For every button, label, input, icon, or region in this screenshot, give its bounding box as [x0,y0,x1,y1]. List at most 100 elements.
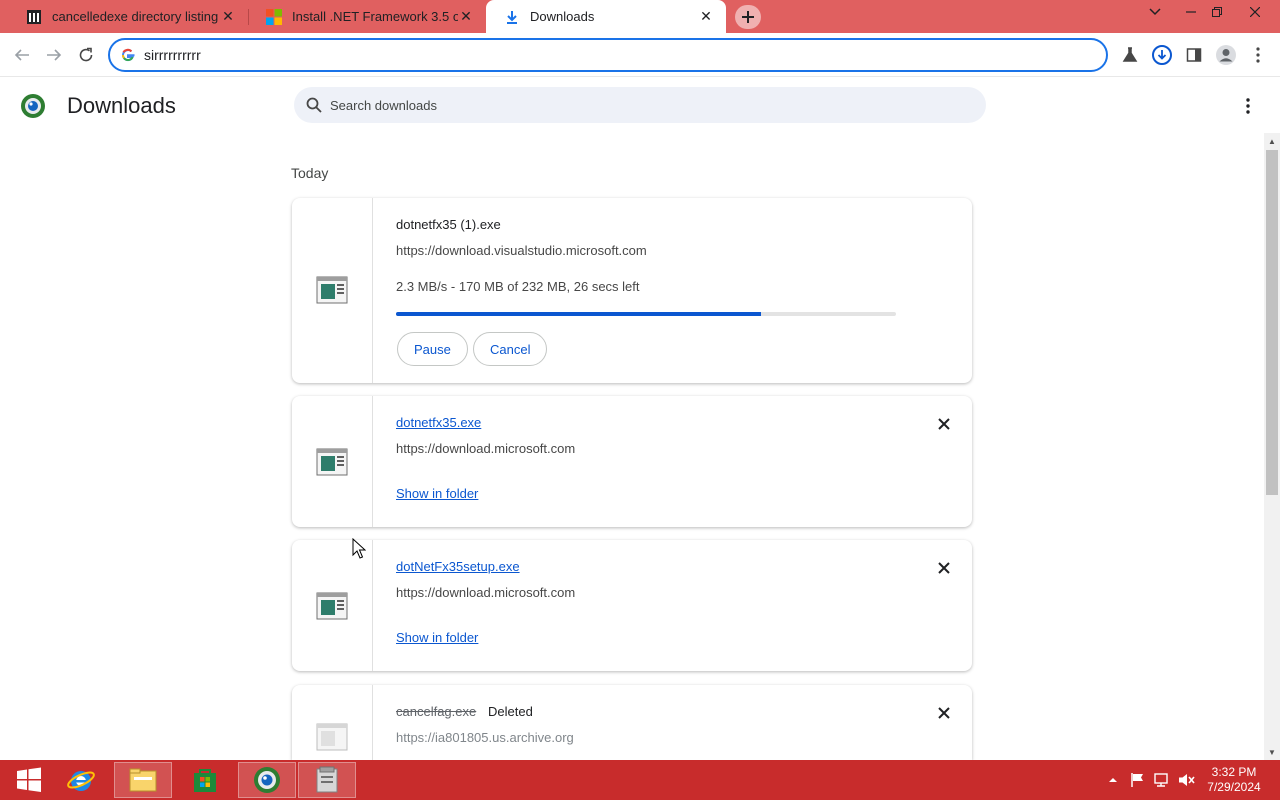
close-icon [938,707,950,719]
restore-button[interactable] [1200,0,1234,24]
browser-toolbar [0,33,1280,77]
minimize-icon [1186,11,1196,13]
download-item: dotnetfx35.exe https://download.microsof… [292,396,972,527]
flag-icon [1131,773,1143,787]
mouse-pointer-icon [352,538,366,559]
address-input[interactable] [144,47,1044,63]
chrome-menu-button[interactable] [1246,43,1270,67]
internet-explorer-icon [67,771,95,791]
download-source-url: https://download.microsoft.com [396,585,576,600]
exe-file-icon [316,448,348,476]
browser-globe-icon [254,767,280,793]
search-downloads-input[interactable] [330,97,930,113]
downloads-logo-icon [21,94,45,118]
scroll-up-arrow-icon[interactable]: ▲ [1264,133,1280,149]
folder-icon [129,768,157,792]
tab-title: cancelledexe directory listing [52,9,219,24]
download-filename-link[interactable]: dotNetFx35setup.exe [396,559,520,574]
restore-icon [1212,7,1222,17]
pause-button[interactable]: Pause [397,332,468,366]
archive-box-icon [316,766,338,793]
downloads-button[interactable] [1150,43,1174,67]
labs-flask-button[interactable] [1118,43,1142,67]
scrollbar-thumb[interactable] [1266,150,1278,495]
tab-search-button[interactable] [1138,0,1172,24]
tab-strip: cancelledexe directory listing ✕ Install… [0,0,1280,33]
close-icon[interactable]: ✕ [220,8,236,25]
download-item-deleted: cancelfag.exe Deleted https://ia801805.u… [292,685,972,760]
clock-date: 7/29/2024 [1207,780,1261,794]
back-button[interactable] [8,41,36,69]
forward-button[interactable] [40,41,68,69]
taskbar-clock[interactable]: 3:32 PM 7/29/2024 [1200,765,1268,795]
reload-button[interactable] [72,41,100,69]
scroll-down-arrow-icon[interactable]: ▼ [1264,744,1280,760]
taskbar-store[interactable] [176,762,234,798]
remove-from-list-button[interactable] [932,701,956,725]
show-in-folder-link[interactable]: Show in folder [396,630,478,645]
taskbar-file-explorer[interactable] [114,762,172,798]
taskbar-internet-explorer[interactable] [52,762,110,798]
windows-taskbar: 3:32 PM 7/29/2024 [0,760,1280,800]
avatar-icon [1216,45,1236,65]
download-progress-fill [396,312,761,316]
tab-title: Install .NET Framework 3.5 on W [292,9,458,24]
close-icon [938,562,950,574]
download-filename: dotnetfx35 (1).exe [396,217,501,232]
arrow-left-icon [14,49,29,61]
download-status-text: 2.3 MB/s - 170 MB of 232 MB, 26 secs lef… [396,279,640,294]
download-source-url: https://ia801805.us.archive.org [396,730,574,745]
download-item-in-progress: dotnetfx35 (1).exe https://download.visu… [292,198,972,383]
tab-install-net[interactable]: Install .NET Framework 3.5 on W ✕ [248,0,486,33]
speaker-muted-icon [1179,774,1195,786]
address-bar[interactable] [108,38,1108,72]
taskbar-archive-app[interactable] [298,762,356,798]
chevron-up-icon [1109,778,1117,782]
close-icon[interactable]: ✕ [458,8,474,25]
chevron-down-icon [1149,8,1161,16]
reload-icon [79,47,93,62]
flask-icon [1122,47,1138,62]
side-panel-icon [1186,48,1202,62]
side-panel-button[interactable] [1182,43,1206,67]
plus-icon [742,11,754,23]
page-title: Downloads [67,93,176,118]
tab-title: Downloads [530,9,595,24]
search-downloads-box[interactable] [294,87,986,123]
start-button[interactable] [0,762,58,798]
download-progress-bar [396,312,896,316]
kebab-menu-icon [1246,98,1250,114]
kebab-menu-icon [1256,47,1260,63]
windows-start-icon [17,767,41,792]
action-center-tray[interactable] [1130,760,1146,800]
volume-tray[interactable] [1178,760,1196,800]
download-source-url: https://download.visualstudio.microsoft.… [396,243,647,258]
new-tab-button[interactable] [735,5,761,29]
download-filename-link[interactable]: dotnetfx35.exe [396,415,481,430]
tab-downloads[interactable]: Downloads ✕ [486,0,726,33]
remove-from-list-button[interactable] [932,412,956,436]
remove-from-list-button[interactable] [932,556,956,580]
network-tray[interactable] [1154,760,1170,800]
close-icon [1250,7,1260,17]
download-item: dotNetFx35setup.exe https://download.mic… [292,540,972,671]
cancel-button[interactable]: Cancel [473,332,548,366]
clock-time: 3:32 PM [1211,765,1257,779]
archive-building-icon [27,9,41,24]
close-icon [938,418,950,430]
close-icon[interactable]: ✕ [698,8,714,25]
more-actions-button[interactable] [1238,94,1258,118]
google-g-icon [122,48,135,62]
taskbar-browser[interactable] [238,762,296,798]
profile-button[interactable] [1214,43,1238,67]
date-section-heading: Today [291,165,329,181]
download-filename-deleted: cancelfag.exe [396,704,477,719]
notification-chevron[interactable] [1108,760,1118,800]
close-window-button[interactable] [1238,0,1272,24]
network-icon [1154,773,1168,787]
exe-file-icon [316,592,348,620]
show-in-folder-link[interactable]: Show in folder [396,486,478,501]
tab-directory-listing[interactable]: cancelledexe directory listing ✕ [8,0,248,33]
page-scrollbar[interactable]: ▲ ▼ [1264,133,1280,760]
windows-logo-icon [266,8,282,25]
